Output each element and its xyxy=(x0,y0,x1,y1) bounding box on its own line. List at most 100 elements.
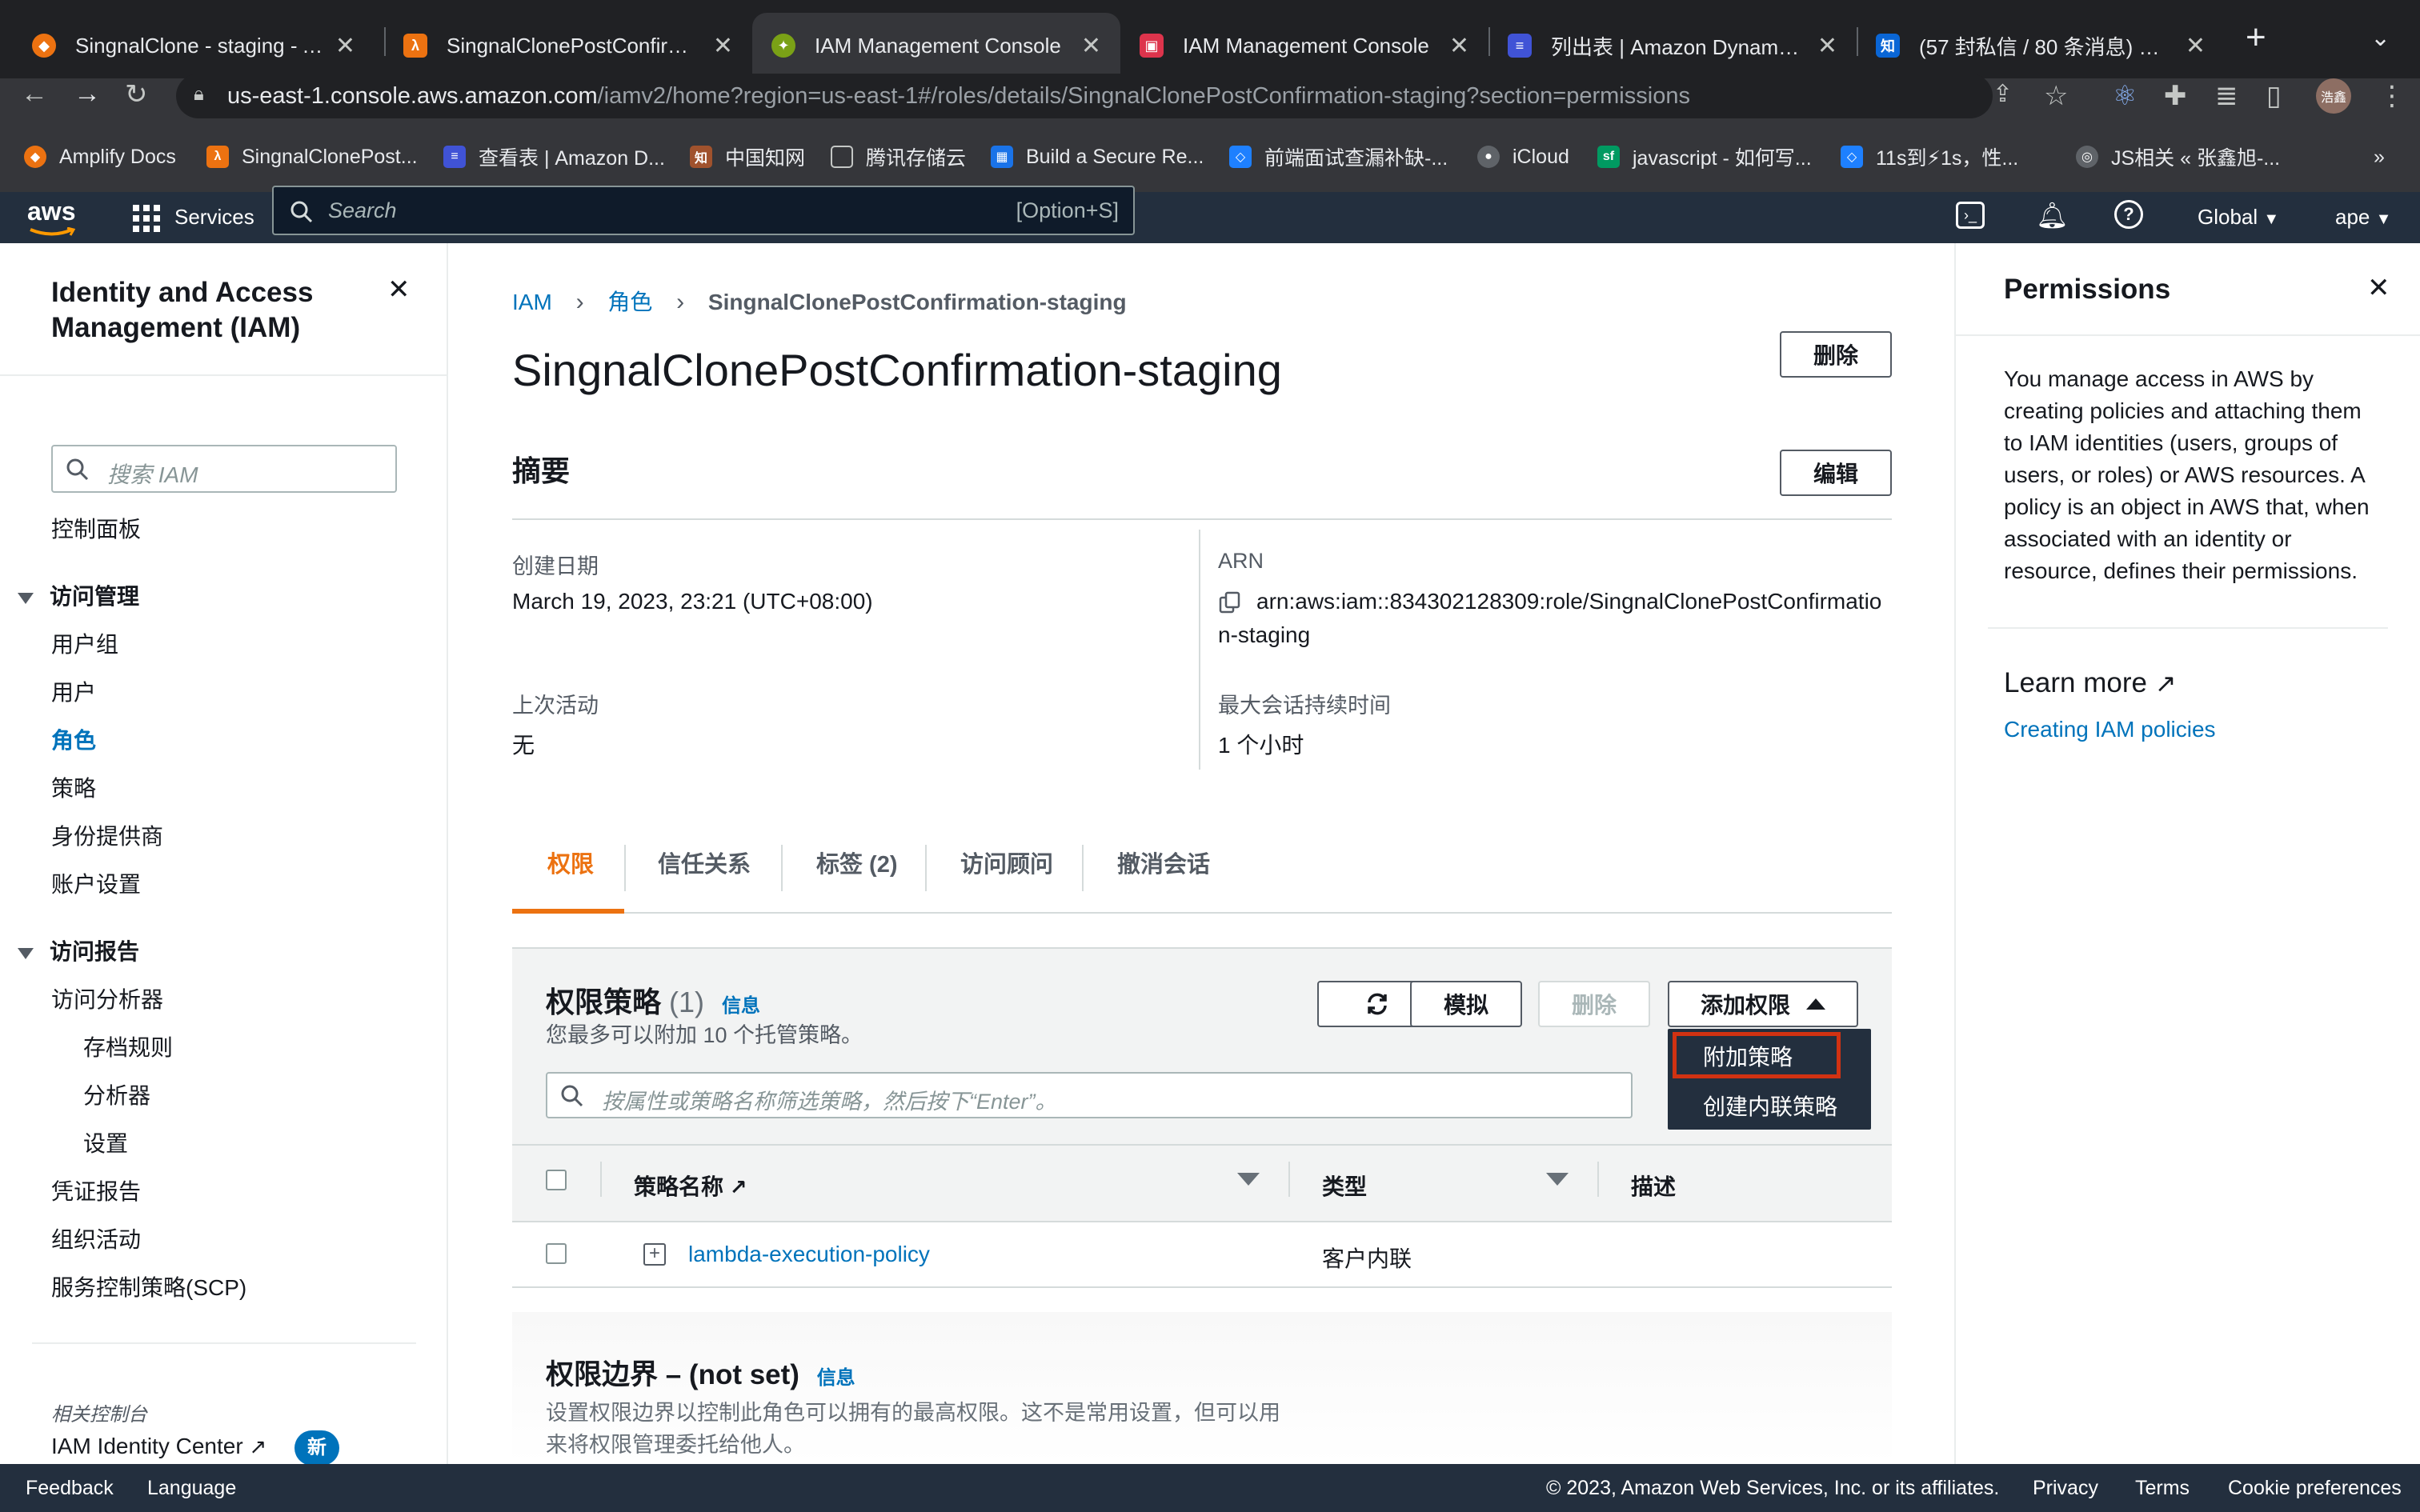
add-permissions-button[interactable]: 添加权限 xyxy=(1668,981,1858,1027)
bookmark-star-icon[interactable]: ☆ xyxy=(2044,80,2068,112)
new-tab-icon[interactable]: + xyxy=(2246,18,2266,58)
sort-icon[interactable] xyxy=(1546,1173,1569,1186)
services-grid-icon[interactable] xyxy=(133,205,160,232)
nav-item-users[interactable]: 用户 xyxy=(51,675,96,707)
simulate-button[interactable]: 模拟 xyxy=(1410,981,1522,1027)
bookmark-item[interactable]: ● iCloud xyxy=(1477,139,1569,174)
column-policy-name[interactable]: 策略名称 ↗ xyxy=(634,1170,747,1202)
bookmark-item[interactable]: ◇ 11s到⚡1s，性... xyxy=(1841,139,2018,174)
bookmark-item[interactable]: ▦ Build a Secure Re... xyxy=(991,139,1204,174)
browser-tab[interactable]: 知 (57 封私信 / 80 条消息) 怎么在 ✕ xyxy=(1857,13,2225,78)
feedback-link[interactable]: Feedback xyxy=(26,1464,114,1512)
nav-search-input[interactable]: 搜索 IAM xyxy=(51,445,397,493)
tab-tags[interactable]: 标签 (2) xyxy=(816,846,898,879)
sort-icon[interactable] xyxy=(1237,1173,1260,1186)
column-type[interactable]: 类型 xyxy=(1322,1170,1367,1202)
chevron-down-icon[interactable]: ⌄ xyxy=(2370,24,2390,52)
breadcrumb-iam[interactable]: IAM xyxy=(512,290,552,314)
browser-tab-active[interactable]: ✦ IAM Management Console ✕ xyxy=(752,13,1120,78)
terms-link[interactable]: Terms xyxy=(2135,1464,2190,1512)
nav-item-account-settings[interactable]: 账户设置 xyxy=(51,867,141,899)
bookmarks-overflow[interactable]: » xyxy=(2374,139,2385,174)
browser-tab[interactable]: ≡ 列出表 | Amazon DynamoDB M ✕ xyxy=(1488,13,1857,78)
bookmark-item[interactable]: 腾讯存储云 xyxy=(831,139,966,174)
region-selector[interactable]: Global ▼ xyxy=(2198,205,2279,230)
menu-item-attach-policy[interactable]: 附加策略 xyxy=(1703,1040,1793,1072)
close-icon[interactable]: ✕ xyxy=(387,274,411,306)
browser-tab[interactable]: ▣ IAM Management Console ✕ xyxy=(1120,13,1488,78)
nav-item-analyzers[interactable]: 分析器 xyxy=(83,1078,150,1110)
language-link[interactable]: Language xyxy=(147,1464,236,1512)
nav-item-identity-providers[interactable]: 身份提供商 xyxy=(51,819,163,851)
info-link[interactable]: 信息 xyxy=(817,1367,855,1389)
bookmark-item[interactable]: sf javascript - 如何写... xyxy=(1597,139,1812,174)
row-checkbox[interactable] xyxy=(546,1243,567,1264)
nav-item-user-groups[interactable]: 用户组 xyxy=(51,627,118,659)
edit-button[interactable]: 编辑 xyxy=(1780,450,1892,496)
nav-item-roles[interactable]: 角色 xyxy=(51,723,96,755)
close-tab-icon[interactable]: ✕ xyxy=(1817,32,1837,60)
breadcrumb-roles[interactable]: 角色 xyxy=(607,290,652,314)
privacy-link[interactable]: Privacy xyxy=(2033,1464,2098,1512)
back-icon[interactable]: ← xyxy=(21,78,48,110)
bookmark-item[interactable]: 知中国知网 xyxy=(690,139,805,174)
services-button[interactable]: Services xyxy=(174,205,254,230)
reload-icon[interactable]: ↻ xyxy=(125,78,148,110)
nav-section-access-reports[interactable]: 访问报告 xyxy=(18,934,139,966)
nav-item-scp[interactable]: 服务控制策略(SCP) xyxy=(51,1270,246,1302)
tab-access-advisor[interactable]: 访问顾问 xyxy=(960,846,1053,879)
close-tab-icon[interactable]: ✕ xyxy=(2186,32,2206,60)
delete-role-button[interactable]: 删除 xyxy=(1780,331,1892,378)
close-tab-icon[interactable]: ✕ xyxy=(1081,32,1101,60)
nav-item-access-analyzer[interactable]: 访问分析器 xyxy=(51,982,163,1014)
browser-tab[interactable]: λ SingnalClonePostConfirmatio ✕ xyxy=(384,13,752,78)
bookmark-item[interactable]: ◆ Amplify Docs xyxy=(24,139,176,174)
info-link[interactable]: 信息 xyxy=(722,995,760,1017)
account-menu[interactable]: ape ▼ xyxy=(2335,205,2391,230)
menu-icon[interactable]: ⋮ xyxy=(2378,80,2406,112)
close-tab-icon[interactable]: ✕ xyxy=(713,32,733,60)
select-all-checkbox[interactable] xyxy=(546,1170,567,1190)
policy-name-link[interactable]: lambda-execution-policy xyxy=(688,1242,930,1267)
nav-section-access-management[interactable]: 访问管理 xyxy=(18,579,139,611)
browser-tab[interactable]: ◆ SingnalClone - staging - Amp ✕ xyxy=(13,13,375,78)
nav-item-archive-rules[interactable]: 存档规则 xyxy=(83,1030,173,1062)
bookmark-item[interactable]: ≡ 查看表 | Amazon D... xyxy=(443,139,665,174)
address-bar[interactable]: 🔒︎ us-east-1.console.aws.amazon.com/iamv… xyxy=(176,74,2013,118)
media-icon[interactable]: ≣ xyxy=(2215,80,2238,112)
close-icon[interactable]: ✕ xyxy=(2367,272,2390,304)
related-consoles-label: 相关控制台 xyxy=(51,1404,147,1426)
nav-item-policies[interactable]: 策略 xyxy=(51,771,96,803)
notifications-bell-icon[interactable]: 🔔︎ xyxy=(2036,200,2069,230)
tab-trust-relationships[interactable]: 信任关系 xyxy=(658,846,751,879)
extensions-icon[interactable]: ✚ xyxy=(2164,80,2187,112)
aws-logo[interactable]: aws xyxy=(27,197,75,226)
menu-item-create-inline-policy[interactable]: 创建内联策略 xyxy=(1703,1090,1837,1122)
cloudshell-icon[interactable]: ›_ xyxy=(1956,202,1985,229)
side-panel-icon[interactable]: ▯ xyxy=(2266,80,2282,112)
close-tab-icon[interactable]: ✕ xyxy=(335,32,355,60)
delete-policy-button[interactable]: 删除 xyxy=(1538,981,1650,1027)
tab-permissions[interactable]: 权限 xyxy=(547,846,594,879)
help-icon[interactable]: ? xyxy=(2114,200,2143,229)
nav-item-credential-report[interactable]: 凭证报告 xyxy=(51,1174,141,1206)
bookmark-item[interactable]: ◇ 前端面试查漏补缺-... xyxy=(1229,139,1448,174)
close-tab-icon[interactable]: ✕ xyxy=(1449,32,1469,60)
creating-policies-link[interactable]: Creating IAM policies xyxy=(2004,717,2216,742)
expand-icon[interactable]: + xyxy=(643,1243,666,1266)
nav-item-analyzer-settings[interactable]: 设置 xyxy=(83,1126,128,1158)
share-icon[interactable]: ⇪ xyxy=(1993,80,2013,108)
copy-icon[interactable] xyxy=(1218,590,1242,614)
cookie-preferences-link[interactable]: Cookie preferences xyxy=(2228,1464,2402,1512)
aws-search-input[interactable]: Search [Option+S] xyxy=(272,186,1135,235)
tab-revoke-sessions[interactable]: 撤消会话 xyxy=(1117,846,1210,879)
nav-item-identity-center[interactable]: IAM Identity Center ↗ xyxy=(51,1434,266,1459)
avatar[interactable]: 浩鑫 xyxy=(2316,78,2351,114)
bookmark-item[interactable]: λ SingnalClonePost... xyxy=(206,139,418,174)
bookmark-item[interactable]: ◎ JS相关 « 张鑫旭-... xyxy=(2076,139,2280,174)
policy-filter-input[interactable]: 按属性或策略名称筛选策略，然后按下“Enter”。 xyxy=(546,1072,1633,1118)
forward-icon[interactable]: → xyxy=(74,78,101,110)
nav-item-org-activity[interactable]: 组织活动 xyxy=(51,1222,141,1254)
react-devtools-icon[interactable]: ⚛ xyxy=(2113,80,2137,112)
nav-dashboard[interactable]: 控制面板 xyxy=(51,512,141,544)
